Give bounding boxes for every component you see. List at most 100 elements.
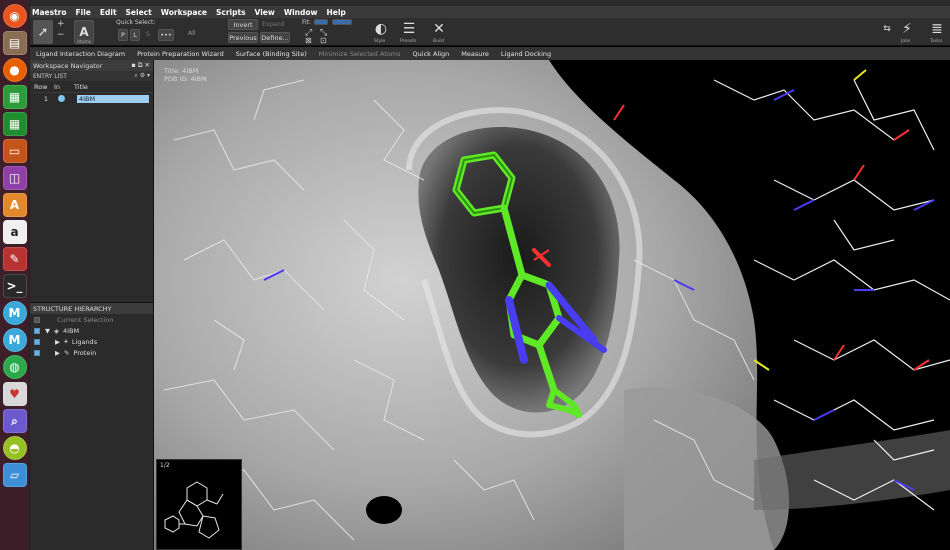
amazon-icon[interactable]: a bbox=[2, 220, 27, 244]
fav-quick-align[interactable]: Quick Align bbox=[413, 50, 450, 58]
all-label[interactable]: All bbox=[188, 30, 195, 37]
fit-zoom-icon[interactable]: ⊡ bbox=[320, 36, 327, 45]
fit-label: Fit: bbox=[302, 19, 312, 26]
navigator-window-controls[interactable]: ▪ ⧉ ✕ bbox=[131, 61, 150, 70]
col-row[interactable]: Row bbox=[34, 83, 54, 91]
plus-icon[interactable]: + bbox=[57, 19, 65, 29]
thumbnail-index: 1/2 bbox=[160, 462, 170, 469]
hierarchy-item-ligands[interactable]: ▶ ⚹ Ligands bbox=[30, 336, 153, 347]
fav-minimize-selected-atoms[interactable]: Minimize Selected Atoms bbox=[319, 50, 401, 58]
fav-surface-binding-site[interactable]: Surface (Binding Site) bbox=[236, 50, 307, 58]
quick-select-more[interactable]: ••• bbox=[158, 29, 174, 41]
hierarchy-item-4ibm[interactable]: ▼ ◈ 4IBM bbox=[30, 325, 153, 336]
expand-button[interactable]: Expand bbox=[262, 21, 284, 28]
define-button[interactable]: Define... bbox=[260, 32, 290, 43]
entry-list-bar: ENTRY LIST ⌕ ⚙ ▾ bbox=[30, 71, 153, 81]
menu-select[interactable]: Select bbox=[126, 8, 152, 17]
minus-icon[interactable]: − bbox=[57, 30, 65, 40]
sidebar-toggle-icon[interactable]: ⇆ bbox=[876, 18, 898, 40]
invert-button[interactable]: Invert bbox=[228, 19, 258, 30]
jobs-label: Jobs bbox=[901, 39, 911, 44]
database-icon[interactable]: ◫ bbox=[2, 166, 27, 190]
ligand-2d-thumbnail[interactable]: 1/2 bbox=[156, 459, 242, 550]
impress-icon[interactable]: ▭ bbox=[2, 139, 27, 163]
previous-button[interactable]: Previous bbox=[228, 32, 258, 43]
protein-icon: ✎ bbox=[64, 348, 70, 357]
app-icon[interactable]: ♥ bbox=[2, 382, 27, 406]
tasks-icon[interactable]: ≣ bbox=[926, 18, 948, 40]
spreadsheet-icon[interactable]: ▦ bbox=[2, 112, 27, 136]
chrome-icon[interactable]: ◍ bbox=[2, 355, 27, 379]
menu-edit[interactable]: Edit bbox=[100, 8, 117, 17]
style-icon[interactable]: ◐ bbox=[370, 18, 392, 40]
molecular-render[interactable] bbox=[154, 60, 950, 550]
current-selection-row[interactable]: Current Selection bbox=[30, 314, 153, 325]
jobs-icon[interactable]: ⚡ bbox=[896, 18, 918, 40]
navigator-header: Workspace Navigator ▪ ⧉ ✕ bbox=[30, 60, 153, 71]
menu-bar: Maestro File Edit Select Workspace Scrip… bbox=[30, 6, 950, 18]
build-icon[interactable]: ✕ bbox=[428, 18, 450, 40]
fav-measure[interactable]: Measure bbox=[461, 50, 489, 58]
hierarchy-4ibm-checkbox[interactable] bbox=[34, 327, 40, 334]
entry-row-number: 1 bbox=[43, 94, 49, 103]
toolbar: ➚ + − A Atoms Quick Select: P L S ••• Al… bbox=[30, 18, 950, 46]
menu-view[interactable]: View bbox=[255, 8, 275, 17]
fav-ligand-docking[interactable]: Ligand Docking bbox=[501, 50, 551, 58]
fit-auto-button[interactable] bbox=[314, 19, 328, 25]
expand-arrow-icon[interactable]: ▶ bbox=[55, 349, 60, 357]
navigator-title: Workspace Navigator bbox=[33, 61, 103, 70]
select-arrow-button[interactable]: ➚ bbox=[33, 20, 53, 44]
surface-hole bbox=[366, 496, 402, 524]
launcher: ◉ ▤ ● ▦ ▦ ▭ ◫ A a ✎ >_ M M ◍ ♥ ⌕ ◓ ▱ bbox=[0, 0, 30, 550]
hierarchy-4ibm-label: 4IBM bbox=[63, 326, 80, 335]
expand-arrow-icon[interactable]: ▶ bbox=[55, 338, 60, 346]
fit-manual-button[interactable] bbox=[332, 19, 352, 25]
menu-workspace[interactable]: Workspace bbox=[161, 8, 207, 17]
search-icon[interactable]: ⌕ bbox=[2, 409, 27, 433]
software-center-icon[interactable]: A bbox=[2, 193, 27, 217]
presets-icon[interactable]: ☰ bbox=[398, 18, 420, 40]
entry-row[interactable]: 1 4IBM bbox=[30, 93, 153, 104]
workspace-3d-view[interactable]: Title: 4IBM PDB ID: 4IBM bbox=[154, 60, 950, 550]
current-selection-label: Current Selection bbox=[57, 315, 114, 324]
fav-ligand-interaction-diagram[interactable]: Ligand Interaction Diagram bbox=[36, 50, 125, 58]
hierarchy-item-protein[interactable]: ▶ ✎ Protein bbox=[30, 347, 153, 358]
ligand-icon: ⚹ bbox=[64, 337, 68, 345]
fit-center-icon[interactable]: ⊠ bbox=[305, 36, 312, 45]
entry-in-indicator-icon[interactable] bbox=[58, 95, 65, 102]
settings-icon[interactable]: ✎ bbox=[2, 247, 27, 271]
col-title[interactable]: Title bbox=[74, 83, 88, 91]
menu-maestro[interactable]: Maestro bbox=[32, 8, 67, 17]
menu-help[interactable]: Help bbox=[326, 8, 345, 17]
maestro-icon-2[interactable]: M bbox=[2, 328, 27, 352]
quick-select-l[interactable]: L bbox=[130, 29, 140, 41]
files-icon[interactable]: ▤ bbox=[2, 31, 27, 55]
maestro-icon[interactable]: M bbox=[2, 301, 27, 325]
expand-arrow-icon[interactable]: ▼ bbox=[45, 327, 50, 335]
entry-list-tools-icon[interactable]: ⌕ ⚙ ▾ bbox=[134, 72, 150, 80]
firefox-icon[interactable]: ● bbox=[2, 58, 27, 82]
presets-label: Presets bbox=[400, 39, 417, 44]
hierarchy-ligands-label: Ligands bbox=[71, 337, 98, 346]
menu-scripts[interactable]: Scripts bbox=[216, 8, 246, 17]
quick-select-label: Quick Select: bbox=[116, 19, 156, 26]
quick-select-p[interactable]: P bbox=[118, 29, 128, 41]
entry-title[interactable]: 4IBM bbox=[77, 94, 149, 103]
workspace-pdb-id: PDB ID: 4IBM bbox=[164, 75, 207, 83]
fav-protein-preparation-wizard[interactable]: Protein Preparation Wizard bbox=[137, 50, 224, 58]
terminal-icon[interactable]: >_ bbox=[2, 274, 27, 298]
hierarchy-ligands-checkbox[interactable] bbox=[34, 338, 40, 345]
quick-select-s[interactable]: S bbox=[146, 31, 150, 38]
calc-icon[interactable]: ▦ bbox=[2, 85, 27, 109]
hierarchy-title: STRUCTURE HIERARCHY bbox=[33, 304, 112, 313]
workspace-title: Title: 4IBM bbox=[164, 67, 199, 75]
menu-file[interactable]: File bbox=[76, 8, 91, 17]
ligand-2d-structure bbox=[164, 481, 224, 539]
hierarchy-protein-checkbox[interactable] bbox=[34, 349, 40, 356]
android-icon[interactable]: ◓ bbox=[2, 436, 27, 460]
menu-window[interactable]: Window bbox=[284, 8, 318, 17]
col-in[interactable]: In bbox=[54, 83, 74, 91]
current-selection-checkbox[interactable] bbox=[34, 316, 40, 323]
drive-icon[interactable]: ▱ bbox=[2, 463, 27, 487]
ubuntu-icon[interactable]: ◉ bbox=[2, 4, 27, 28]
